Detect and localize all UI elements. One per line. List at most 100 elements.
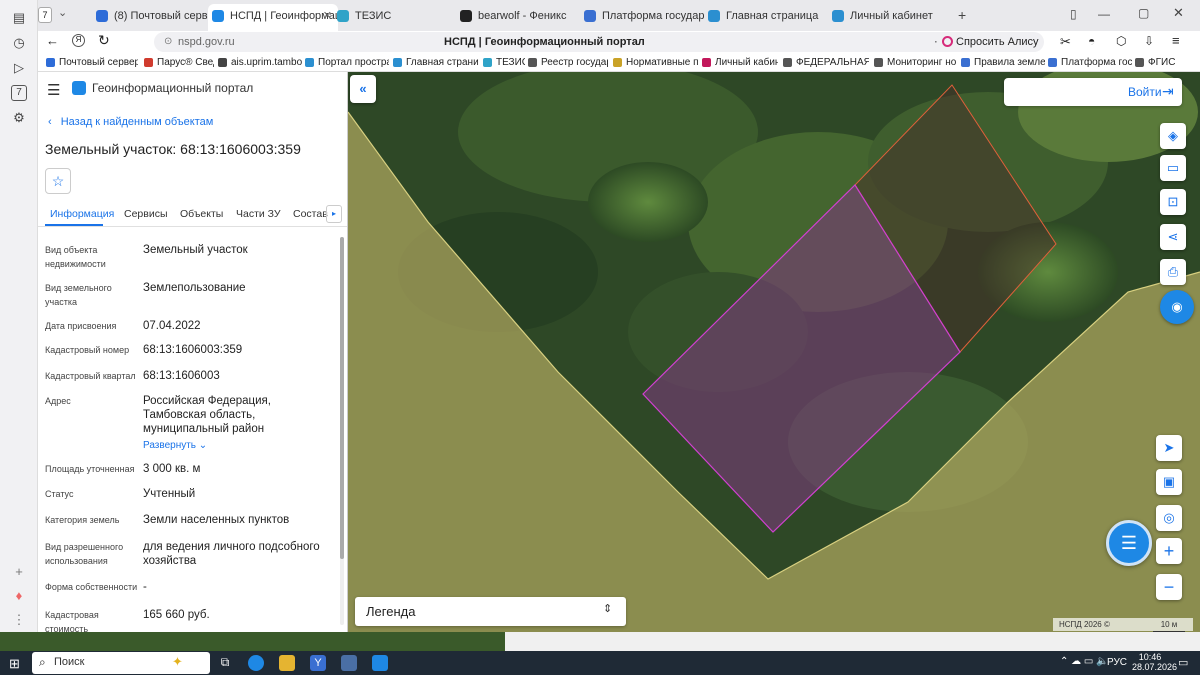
legend-dropdown[interactable]: Легенда ⇕ <box>355 597 626 626</box>
expand-address-link[interactable]: Развернуть ⌄ <box>143 440 207 451</box>
bookmark-item[interactable]: Нормативные пр <box>613 55 698 70</box>
downloads-icon[interactable]: ⇩ <box>1144 34 1154 48</box>
language-indicator[interactable]: РУС <box>1107 657 1127 668</box>
tab-list-chevron-icon[interactable]: ⌄ <box>58 6 72 22</box>
chat-bubble-icon: ◉ <box>1171 299 1183 314</box>
tabs-scroll-right-button[interactable]: ▸ <box>326 205 342 223</box>
scrollbar-thumb[interactable] <box>340 237 344 559</box>
browser-tab[interactable]: (8) Почтовый сервер Пра <box>92 4 214 28</box>
panel-tab[interactable]: Информация <box>50 208 114 220</box>
task-view-icon[interactable]: ⧉ <box>217 655 233 671</box>
extension-icon-1[interactable]: ✂ <box>1060 34 1071 50</box>
play-icon[interactable]: ▷ <box>11 60 27 76</box>
more-icon[interactable]: ⋮ <box>11 612 27 628</box>
close-tab-icon[interactable]: ✕ <box>323 4 332 28</box>
close-window-button[interactable]: ✕ <box>1173 5 1184 21</box>
new-tab-button[interactable]: + <box>958 7 966 23</box>
bookmark-favicon-icon <box>874 58 883 67</box>
menu-icon[interactable]: ≡ <box>1172 33 1180 48</box>
bookmark-item[interactable]: ФЕДЕРАЛЬНАЯ <box>783 55 869 70</box>
hamburger-menu-icon[interactable]: ☰ <box>47 81 60 99</box>
maximize-button[interactable]: ▢ <box>1138 6 1149 20</box>
tab-counter[interactable]: 7 <box>38 7 52 23</box>
settings-icon[interactable]: ⚙ <box>11 110 27 126</box>
bookmark-item[interactable]: Платформа госуд <box>1048 55 1132 70</box>
address-bar[interactable]: ⊙ nspd.gov.ru НСПД | Геоинформационный п… <box>154 32 974 52</box>
browser-tab[interactable]: Личный кабинет <box>828 4 950 28</box>
alice-button[interactable]: Спросить Алису AI <box>938 32 1044 68</box>
measure-button[interactable]: ▭ <box>1160 155 1186 181</box>
yandex-browser-icon[interactable]: Y <box>310 655 326 671</box>
zoom-out-button[interactable]: − <box>1156 574 1182 600</box>
browser-tab[interactable]: ТЕЗИС <box>333 4 453 28</box>
security-icon: ⊙ <box>164 36 173 47</box>
bookmark-item[interactable]: Мониторинг нор <box>874 55 956 70</box>
search-icon: ⌕ <box>39 655 46 669</box>
map-view[interactable]: « Войти ⇥ ◈ ▭ ⊡ ⋖ ⎙ ◉ ➤ ▣ ◎ ☰ + − Легенд… <box>348 72 1200 632</box>
tray-icons[interactable]: ⌃ ☁ ▭ 🔈 <box>1060 656 1109 667</box>
clock-time: 10:46 <box>1138 652 1162 662</box>
edge-icon[interactable] <box>248 655 264 671</box>
collapse-panel-button[interactable]: « <box>350 75 376 103</box>
support-chat-button[interactable]: ☰ <box>1106 520 1152 566</box>
extension-icon-3[interactable]: ⬡ <box>1116 34 1126 48</box>
object-info-panel: ☰ Геоинформационный портал ‹ Назад к най… <box>38 72 348 632</box>
mail-icon[interactable] <box>372 655 388 671</box>
zoom-in-button[interactable]: + <box>1156 538 1182 564</box>
minimize-button[interactable]: — <box>1098 7 1110 21</box>
history-icon[interactable]: ◷ <box>11 35 27 51</box>
print-button[interactable]: ⎙ <box>1160 259 1186 285</box>
bookmark-window-icon[interactable]: ▯ <box>1070 7 1077 21</box>
panel-tab[interactable]: Объекты <box>180 208 223 220</box>
add-icon[interactable]: + <box>11 564 27 580</box>
locate-button[interactable]: ➤ <box>1156 435 1182 461</box>
layers-button[interactable]: ◈ <box>1160 123 1186 149</box>
store-icon[interactable] <box>341 655 357 671</box>
geolocation-button[interactable]: ◎ <box>1156 505 1182 531</box>
back-to-results-link[interactable]: ‹ Назад к найденным объектам <box>48 116 213 128</box>
minimap-button[interactable]: ▣ <box>1156 469 1182 495</box>
property-label: Форма собственности <box>45 582 138 592</box>
bookmark-item[interactable]: Реестр государст <box>528 55 608 70</box>
bookmark-item[interactable]: Почтовый сервер <box>46 55 138 70</box>
panel-scrollbar[interactable] <box>340 237 344 625</box>
bookmark-item[interactable]: ФГИС <box>1135 55 1195 70</box>
property-label: Категория земель <box>45 515 120 525</box>
select-area-button[interactable]: ⊡ <box>1160 189 1186 215</box>
calendar-icon[interactable]: 7 <box>11 85 27 101</box>
clock[interactable]: 10:46 28.07.2026 <box>1132 652 1177 672</box>
login-button[interactable]: Войти ⇥ <box>1004 78 1182 106</box>
bookmark-item[interactable]: Портал простран <box>305 55 389 70</box>
browser-tab[interactable]: Платформа государстве <box>580 4 704 28</box>
taskbar-search-box[interactable]: ⌕ Поиск ✦ <box>32 652 210 674</box>
browser-tab[interactable]: НСПД | Геоинформац ✕ <box>208 4 338 31</box>
share-button[interactable]: ⋖ <box>1160 224 1186 250</box>
back-icon[interactable]: ← <box>46 33 59 48</box>
app-icon[interactable]: ♦ <box>11 588 27 604</box>
bookmark-favicon-icon <box>1048 58 1057 67</box>
bookmark-favicon-icon <box>783 58 792 67</box>
bookmark-item[interactable]: Правила землеп <box>961 55 1045 70</box>
panel-tab[interactable]: Состав <box>293 208 328 220</box>
explorer-icon[interactable] <box>279 655 295 671</box>
desktop-wallpaper-strip <box>0 632 505 651</box>
bookmark-item[interactable]: ais.uprim.tambov <box>218 55 302 70</box>
bookmark-item[interactable]: ТЕЗИС <box>483 55 525 70</box>
panel-tab[interactable]: Сервисы <box>124 208 168 220</box>
browser-tab[interactable]: Главная страница <box>704 4 826 28</box>
login-icon: ⇥ <box>1162 83 1174 99</box>
bookmark-item[interactable]: Личный кабинет <box>702 55 778 70</box>
assistant-button[interactable]: ◉ <box>1160 290 1194 324</box>
tabs-icon[interactable]: ▤ <box>11 10 27 26</box>
panel-tab[interactable]: Части ЗУ <box>236 208 281 220</box>
browser-tab[interactable]: bearwolf - Феникс <box>456 4 580 28</box>
bookmark-item[interactable]: Главная страниц <box>393 55 479 70</box>
bookmark-item[interactable]: Парус® Сведени <box>144 55 214 70</box>
extension-icon-2[interactable]: ◓ <box>1088 34 1095 48</box>
yandex-icon[interactable]: Я <box>72 34 85 47</box>
notifications-icon[interactable]: ▭ <box>1178 656 1188 669</box>
reload-icon[interactable]: ↻ <box>98 32 110 49</box>
start-icon[interactable]: ⊞ <box>9 656 20 672</box>
favorite-star-button[interactable]: ☆ <box>45 168 71 194</box>
property-value: 68:13:1606003:359 <box>143 344 243 356</box>
